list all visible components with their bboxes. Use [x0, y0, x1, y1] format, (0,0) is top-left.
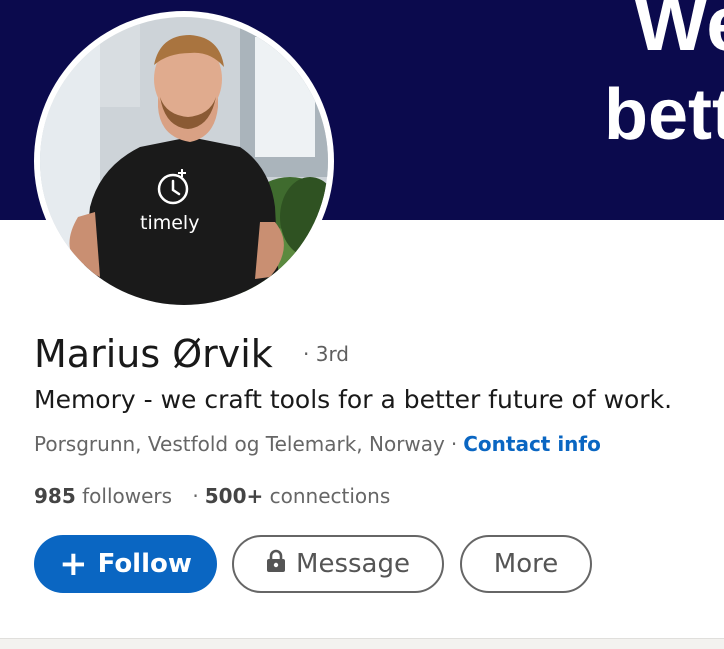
contact-info-link[interactable]: Contact info: [463, 432, 601, 456]
more-button-label: More: [493, 549, 559, 579]
profile-location: Porsgrunn, Vestfold og Telemark, Norway: [34, 432, 445, 456]
followers-count: 985: [34, 484, 76, 508]
follow-button-label: Follow: [97, 549, 192, 579]
plus-icon: +: [59, 544, 88, 584]
location-row: Porsgrunn, Vestfold og Telemark, Norway ·…: [34, 432, 601, 456]
connections-count: 500+: [204, 484, 264, 508]
profile-headline: Memory - we craft tools for a better fut…: [34, 385, 673, 414]
shirt-logo-text: timely: [140, 212, 199, 234]
stats-separator: ·: [192, 484, 199, 508]
profile-name: Marius Ørvik: [34, 332, 273, 376]
card-bottom-divider: [0, 638, 724, 649]
connection-degree: · 3rd: [303, 342, 350, 366]
banner-text-line2: bett: [604, 75, 724, 155]
banner-text-line1: We: [634, 0, 724, 67]
separator-dot: ·: [450, 432, 458, 456]
profile-photo: timely: [40, 17, 328, 305]
message-button[interactable]: Message: [232, 535, 444, 593]
follow-button[interactable]: + Follow: [34, 535, 217, 593]
more-button[interactable]: More: [460, 535, 592, 593]
avatar[interactable]: timely: [34, 11, 334, 311]
message-button-label: Message: [296, 549, 410, 579]
lock-icon: [266, 549, 286, 580]
connections-label: connections: [269, 484, 391, 508]
followers-label: followers: [82, 484, 173, 508]
stats-row: 985 followers · 500+ connections: [34, 484, 390, 508]
